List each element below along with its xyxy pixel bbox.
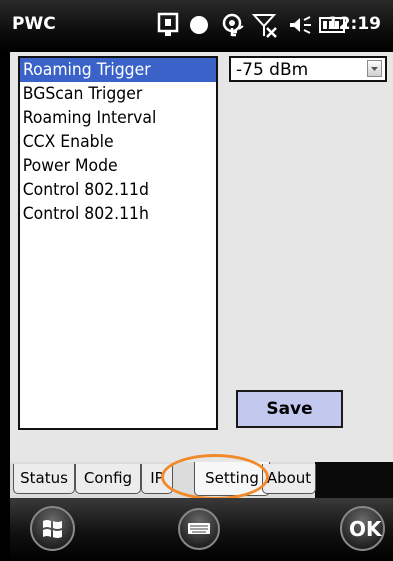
dropdown-button[interactable] (367, 60, 382, 77)
no-signal-icon[interactable] (252, 12, 278, 38)
dropdown-value: -75 dBm (236, 60, 309, 80)
speaker-icon[interactable] (287, 12, 313, 38)
device-screen: PWC 12:19 Roaming Trigger BGScan Trigger… (0, 0, 393, 561)
start-button[interactable] (30, 506, 75, 551)
list-item-control-80211h[interactable]: Control 802.11h (20, 202, 200, 226)
windows-logo-icon (43, 520, 62, 538)
highlight-ellipse (161, 454, 269, 500)
value-dropdown[interactable]: -75 dBm (229, 56, 387, 82)
settings-listbox[interactable]: Roaming Trigger BGScan Trigger Roaming I… (18, 56, 218, 430)
tab-about[interactable]: About (262, 464, 316, 494)
app-title: PWC (12, 14, 56, 34)
keyboard-button[interactable] (178, 508, 220, 550)
clock[interactable]: 12:19 (327, 14, 381, 34)
status-bar: PWC 12:19 (0, 0, 393, 52)
sync-icon[interactable] (156, 12, 180, 38)
save-button[interactable]: Save (236, 390, 343, 428)
list-item-label: Roaming Trigger (23, 60, 151, 80)
tab-status[interactable]: Status (13, 464, 75, 494)
ok-button-label: OK (349, 517, 382, 541)
keyboard-icon (188, 523, 210, 534)
list-item-bgscan-trigger[interactable]: BGScan Trigger (20, 82, 200, 106)
chevron-down-icon (371, 67, 378, 71)
list-item-control-80211d[interactable]: Control 802.11d (20, 178, 200, 202)
settings-panel: Roaming Trigger BGScan Trigger Roaming I… (10, 52, 393, 462)
list-item-ccx-enable[interactable]: CCX Enable (20, 130, 200, 154)
tab-strip-fill (315, 462, 393, 498)
list-item-power-mode[interactable]: Power Mode (20, 154, 200, 178)
list-item-roaming-trigger[interactable]: Roaming Trigger (20, 58, 216, 82)
list-item-roaming-interval[interactable]: Roaming Interval (20, 106, 200, 130)
tab-config[interactable]: Config (75, 464, 141, 494)
wifi-key-icon[interactable] (218, 12, 246, 38)
soft-key-bar: OK (10, 498, 393, 561)
ok-button[interactable]: OK (340, 506, 385, 551)
record-dot-icon[interactable] (188, 12, 210, 38)
